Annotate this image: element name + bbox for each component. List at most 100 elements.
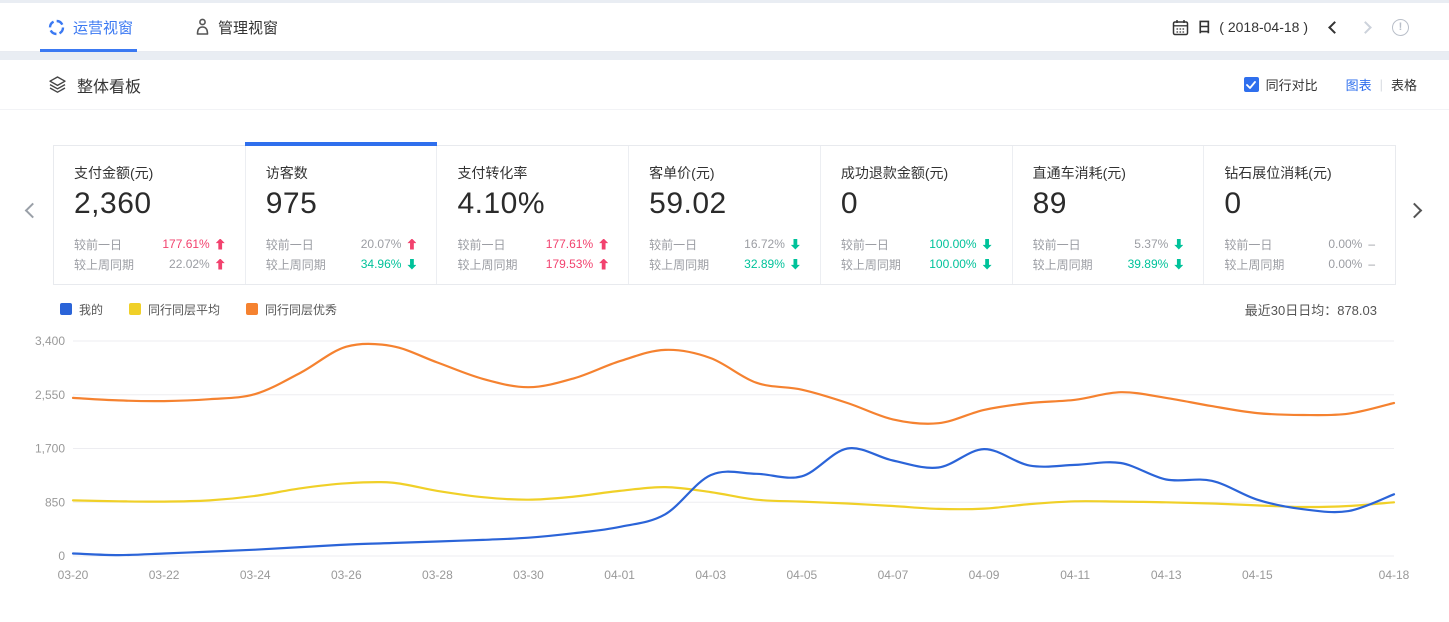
- chart-canvas: 08501,7002,5503,40003-2003-2203-2403-260…: [0, 319, 1449, 620]
- legend-swatch-icon: [129, 303, 141, 315]
- trend-up-arrow-icon: [407, 239, 416, 250]
- legend-items: 我的 同行同层平均 同行同层优秀: [60, 301, 363, 318]
- cards-scroll-left-button[interactable]: [27, 203, 38, 221]
- metric-card-comparisons: 较前一日100.00%较上周同期100.00%: [841, 234, 992, 274]
- x-axis-tick: 04-03: [695, 568, 726, 582]
- metric-card-comparisons: 较前一日177.61%较上周同期179.53%: [457, 234, 608, 274]
- y-axis-tick: 1,700: [35, 442, 65, 456]
- trend-down-arrow-icon: [791, 259, 800, 270]
- metric-card-title: 访客数: [266, 163, 417, 183]
- metric-card-comparisons: 较前一日5.37%较上周同期39.89%: [1033, 234, 1184, 274]
- view-toggle-table[interactable]: 表格: [1391, 75, 1417, 94]
- x-axis-tick: 03-20: [58, 568, 89, 582]
- trend-down-arrow-icon: [1174, 239, 1183, 250]
- comparison-value: 39.89%: [1128, 257, 1169, 271]
- comparison-row: 较上周同期100.00%: [841, 254, 992, 274]
- metric-card-value: 0: [1224, 187, 1375, 221]
- trend-up-arrow-icon: [216, 239, 225, 250]
- line-series: [73, 344, 1394, 424]
- page-title: 整体看板: [77, 73, 141, 97]
- tab-management-view[interactable]: 管理视窗: [195, 3, 278, 52]
- comparison-value: 5.37%: [1134, 237, 1168, 251]
- info-icon[interactable]: !: [1392, 19, 1409, 36]
- trend-down-arrow-icon: [983, 259, 992, 270]
- metric-card[interactable]: 钻石展位消耗(元) 0 较前一日0.00%– 较上周同期 0.00%–: [1203, 146, 1395, 284]
- comparison-label: 较上周同期: [1224, 256, 1284, 273]
- next-day-button[interactable]: [1359, 21, 1372, 34]
- line-series: [73, 482, 1394, 509]
- metric-card-value: 975: [266, 187, 417, 221]
- metric-card-comparisons: 较前一日20.07%较上周同期34.96%: [266, 234, 417, 274]
- board-header: 整体看板 同行对比 图表 | 表格: [0, 60, 1449, 110]
- comparison-value: 22.02%: [169, 257, 210, 271]
- tab-operations-view[interactable]: 运营视窗: [48, 3, 133, 52]
- top-navigation-bar: 运营视窗 管理视窗 日 ( 2018-04-18 ) !: [0, 3, 1449, 52]
- metric-card-title: 支付金额(元): [74, 163, 225, 183]
- legend-label: 同行同层平均: [148, 301, 220, 318]
- chevron-left-icon: [25, 203, 41, 219]
- metric-card-title: 直通车消耗(元): [1033, 163, 1184, 183]
- comparison-label: 较上周同期: [74, 256, 134, 273]
- trend-up-arrow-icon: [599, 259, 608, 270]
- x-axis-tick: 03-24: [240, 568, 271, 582]
- line-series: [73, 448, 1394, 555]
- y-axis-tick: 2,550: [35, 388, 65, 402]
- metric-card[interactable]: 支付转化率4.10%较前一日177.61%较上周同期179.53%: [436, 146, 628, 284]
- x-axis-tick: 03-28: [422, 568, 453, 582]
- peer-compare-label[interactable]: 同行对比: [1266, 75, 1318, 94]
- metric-card[interactable]: 直通车消耗(元)89较前一日5.37%较上周同期39.89%: [1012, 146, 1204, 284]
- comparison-row: 较前一日100.00%: [841, 234, 992, 254]
- comparison-label: 较前一日: [266, 236, 314, 253]
- metric-cards-strip: 支付金额(元)2,360较前一日177.61%较上周同期22.02%访客数975…: [53, 145, 1396, 285]
- x-axis-tick: 04-13: [1151, 568, 1182, 582]
- comparison-value: 0.00%: [1328, 257, 1362, 271]
- layers-icon: [48, 75, 67, 94]
- y-axis-tick: 0: [58, 549, 65, 563]
- comparison-row: 较上周同期32.89%: [649, 254, 800, 274]
- no-change-dash-icon: –: [1368, 237, 1375, 251]
- comparison-value: 0.00%: [1328, 237, 1362, 251]
- check-icon: [1246, 81, 1256, 89]
- legend-label: 同行同层优秀: [265, 301, 337, 318]
- comparison-row: 较前一日177.61%: [457, 234, 608, 254]
- legend-item[interactable]: 我的: [60, 301, 103, 318]
- metric-card[interactable]: 访客数 975 较前一日20.07%较上周同期34.96%: [245, 146, 437, 284]
- metric-card[interactable]: 支付金额(元)2,360较前一日177.61%较上周同期22.02%: [54, 146, 245, 284]
- x-axis-tick: 03-26: [331, 568, 362, 582]
- comparison-row: 较前一日0.00%–: [1224, 234, 1375, 254]
- comparison-label: 较前一日: [74, 236, 122, 253]
- metric-card-title: 钻石展位消耗(元): [1224, 163, 1375, 183]
- metric-card-comparisons: 较前一日0.00%– 较上周同期 0.00%–: [1224, 234, 1375, 274]
- x-axis-tick: 04-09: [969, 568, 1000, 582]
- metric-card-value: 4.10%: [457, 187, 608, 221]
- legend-swatch-icon: [60, 303, 72, 315]
- trend-down-arrow-icon: [407, 259, 416, 270]
- comparison-label: 较前一日: [841, 236, 889, 253]
- trend-down-arrow-icon: [1174, 259, 1183, 270]
- tab-label: 运营视窗: [73, 17, 133, 38]
- comparison-label: 较上周同期: [841, 256, 901, 273]
- trend-down-arrow-icon: [791, 239, 800, 250]
- view-toggle-chart[interactable]: 图表: [1346, 75, 1372, 94]
- x-axis-tick: 04-18: [1379, 568, 1410, 582]
- cards-scroll-right-button[interactable]: [1409, 203, 1420, 221]
- toggle-divider: |: [1380, 77, 1383, 92]
- peer-compare-checkbox[interactable]: [1244, 77, 1259, 92]
- date-granularity: 日: [1197, 17, 1211, 37]
- metric-card[interactable]: 成功退款金额(元)0较前一日100.00%较上周同期100.00%: [820, 146, 1012, 284]
- metric-card-comparisons: 较前一日177.61%较上周同期22.02%: [74, 234, 225, 274]
- comparison-label: 较前一日: [1033, 236, 1081, 253]
- prev-day-button[interactable]: [1328, 21, 1341, 34]
- comparison-row: 较上周同期 22.02%: [74, 254, 225, 274]
- metric-cards: 支付金额(元)2,360较前一日177.61%较上周同期22.02%访客数975…: [53, 145, 1396, 285]
- calendar-icon: [1172, 19, 1189, 36]
- y-axis-tick: 3,400: [35, 334, 65, 348]
- metric-card[interactable]: 客单价(元)59.02较前一日16.72%较上周同期32.89%: [628, 146, 820, 284]
- x-axis-tick: 04-07: [878, 568, 909, 582]
- date-picker[interactable]: 日 ( 2018-04-18 ): [1172, 17, 1308, 37]
- legend-item[interactable]: 同行同层平均: [129, 301, 220, 318]
- legend-item[interactable]: 同行同层优秀: [246, 301, 337, 318]
- avg-30d-note: 最近30日日均：878.03: [1245, 300, 1377, 319]
- comparison-value: 179.53%: [546, 257, 593, 271]
- comparison-row: 较前一日20.07%: [266, 234, 417, 254]
